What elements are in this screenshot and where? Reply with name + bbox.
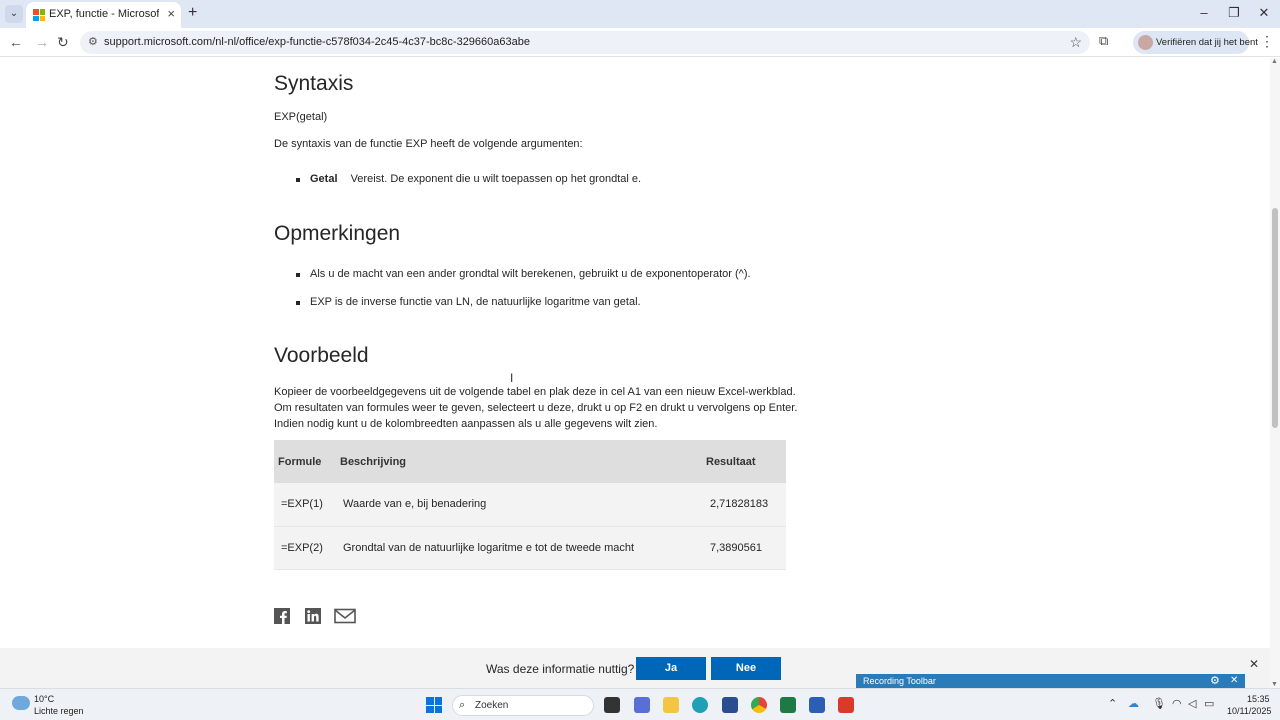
browser-tab-strip: ⌄ EXP, functie - Microsoft Onders × + – … bbox=[0, 0, 1280, 28]
battery-icon[interactable]: ▭ bbox=[1204, 697, 1214, 710]
edge-icon[interactable] bbox=[692, 697, 708, 713]
table-header-row: Formule Beschrijving Resultaat bbox=[274, 440, 786, 483]
profile-button[interactable]: Verifiëren dat jij het bent bbox=[1133, 31, 1258, 54]
search-icon: ⌕ bbox=[459, 699, 466, 711]
remarks-heading: Opmerkingen bbox=[274, 222, 401, 245]
new-tab-button[interactable]: + bbox=[188, 4, 197, 22]
browser-menu-icon[interactable]: ⋮ bbox=[1260, 33, 1274, 50]
search-placeholder: Zoeken bbox=[475, 700, 509, 711]
acrobat-icon[interactable] bbox=[838, 697, 854, 713]
microphone-icon[interactable]: 🎙 bbox=[1152, 697, 1166, 710]
extensions-icon[interactable]: ⧉ bbox=[1099, 33, 1108, 49]
weather-rain-icon[interactable] bbox=[12, 696, 30, 710]
chevron-up-icon[interactable]: ⌃ bbox=[1108, 697, 1117, 710]
wifi-icon[interactable]: ◠ bbox=[1172, 697, 1182, 710]
gear-icon[interactable]: ⚙ bbox=[1210, 674, 1220, 687]
mail-icon[interactable] bbox=[334, 608, 356, 624]
browser-toolbar: ← → ↻ ⚙ support.microsoft.com/nl-nl/offi… bbox=[0, 28, 1280, 57]
feedback-question: Was deze informatie nuttig? bbox=[486, 662, 635, 676]
example-intro-line: Kopieer de voorbeeldgegevens uit de volg… bbox=[274, 386, 796, 398]
profile-label: Verifiëren dat jij het bent bbox=[1156, 37, 1258, 48]
minimize-icon[interactable]: – bbox=[1189, 5, 1219, 20]
widgets-icon[interactable] bbox=[634, 697, 650, 713]
browser-tab-active[interactable]: EXP, functie - Microsoft Onders × bbox=[26, 2, 181, 28]
tab-close-icon[interactable]: × bbox=[167, 6, 175, 21]
windows-start-icon[interactable] bbox=[426, 697, 442, 713]
remark-item: EXP is de inverse functie van LN, de nat… bbox=[296, 296, 641, 308]
file-explorer-icon[interactable] bbox=[663, 697, 679, 713]
table-cell: =EXP(1) bbox=[274, 483, 336, 527]
address-bar[interactable]: ⚙ support.microsoft.com/nl-nl/office/exp… bbox=[80, 31, 1090, 54]
reload-icon[interactable]: ↻ bbox=[57, 34, 69, 51]
linkedin-icon[interactable] bbox=[305, 608, 321, 624]
scroll-up-icon[interactable]: ▲ bbox=[1271, 58, 1278, 65]
syntax-formula: EXP(getal) bbox=[274, 111, 328, 123]
microsoft-logo-icon bbox=[33, 9, 45, 21]
tab-search-button[interactable]: ⌄ bbox=[5, 5, 23, 23]
table-row: =EXP(1) Waarde van e, bij benadering 2,7… bbox=[274, 483, 786, 527]
maximize-icon[interactable]: ❐ bbox=[1219, 5, 1249, 21]
chrome-icon[interactable] bbox=[751, 697, 767, 713]
table-row: =EXP(2) Grondtal van de natuurlijke loga… bbox=[274, 526, 786, 570]
onedrive-cloud-icon[interactable]: ☁ bbox=[1128, 697, 1139, 710]
page-scrollbar[interactable]: ▲ ▼ bbox=[1270, 58, 1280, 688]
taskbar-search-input[interactable]: ⌕ Zoeken bbox=[452, 695, 594, 716]
remark-text: Als u de macht van een ander grondtal wi… bbox=[310, 268, 751, 280]
site-info-icon[interactable]: ⚙ bbox=[88, 35, 98, 48]
url-text[interactable]: support.microsoft.com/nl-nl/office/exp-f… bbox=[104, 36, 530, 48]
syntax-intro: De syntaxis van de functie EXP heeft de … bbox=[274, 138, 583, 150]
table-cell: =EXP(2) bbox=[274, 526, 336, 570]
example-intro-line: Om resultaten van formules weer te geven… bbox=[274, 402, 798, 414]
forward-icon[interactable]: → bbox=[35, 34, 49, 50]
remark-text: EXP is de inverse functie van LN, de nat… bbox=[310, 296, 641, 308]
taskbar: 10°C Lichte regen ⌕ Zoeken ⌃ ☁ 🎙 ◠ ◁ ▭ 1… bbox=[0, 688, 1280, 720]
remark-item: Als u de macht van een ander grondtal wi… bbox=[296, 268, 751, 280]
task-view-icon[interactable] bbox=[604, 697, 620, 713]
back-icon[interactable]: ← bbox=[9, 34, 23, 50]
table-cell: Grondtal van de natuurlijke logaritme e … bbox=[336, 526, 706, 570]
excel-icon[interactable] bbox=[780, 697, 796, 713]
example-intro-line: Indien nodig kunt u de kolombreedten aan… bbox=[274, 418, 658, 430]
feedback-no-button[interactable]: Nee bbox=[711, 657, 781, 680]
volume-icon[interactable]: ◁ bbox=[1188, 697, 1196, 710]
scroll-down-icon[interactable]: ▼ bbox=[1271, 681, 1278, 688]
argument-name: Getal bbox=[310, 173, 338, 185]
recording-toolbar-label: Recording Toolbar bbox=[863, 676, 936, 686]
window-close-icon[interactable]: ✕ bbox=[1249, 5, 1279, 21]
scrollbar-thumb[interactable] bbox=[1272, 208, 1278, 428]
avatar bbox=[1138, 35, 1153, 50]
tab-title: EXP, functie - Microsoft Onders bbox=[49, 8, 159, 20]
outlook-icon[interactable] bbox=[809, 697, 825, 713]
clock-date[interactable]: 10/11/2025 bbox=[1227, 706, 1271, 716]
example-heading: Voorbeeld bbox=[274, 344, 369, 367]
facebook-icon[interactable] bbox=[274, 608, 290, 624]
example-table: Formule Beschrijving Resultaat =EXP(1) W… bbox=[274, 440, 786, 570]
column-header: Formule bbox=[274, 440, 336, 483]
bookmark-star-icon[interactable]: ☆ bbox=[1069, 34, 1082, 51]
column-header: Beschrijving bbox=[336, 440, 706, 483]
clock-time[interactable]: 15:35 bbox=[1247, 694, 1270, 704]
store-icon[interactable] bbox=[722, 697, 738, 713]
table-cell: 2,71828183 bbox=[706, 483, 786, 527]
article-content: Syntaxis EXP(getal) De syntaxis van de f… bbox=[0, 58, 1270, 648]
argument-item: Getal Vereist. De exponent die u wilt to… bbox=[296, 173, 641, 185]
argument-description: Vereist. De exponent die u wilt toepasse… bbox=[350, 173, 642, 185]
column-header: Resultaat bbox=[706, 440, 786, 483]
weather-description[interactable]: Lichte regen bbox=[34, 706, 84, 716]
text-cursor-icon: I bbox=[510, 371, 514, 385]
close-icon[interactable]: ✕ bbox=[1230, 675, 1238, 686]
close-icon[interactable]: ✕ bbox=[1249, 657, 1259, 671]
syntax-heading: Syntaxis bbox=[274, 72, 354, 95]
feedback-yes-button[interactable]: Ja bbox=[636, 657, 706, 680]
table-cell: Waarde van e, bij benadering bbox=[336, 483, 706, 527]
weather-temperature[interactable]: 10°C bbox=[34, 694, 54, 704]
table-cell: 7,3890561 bbox=[706, 526, 786, 570]
